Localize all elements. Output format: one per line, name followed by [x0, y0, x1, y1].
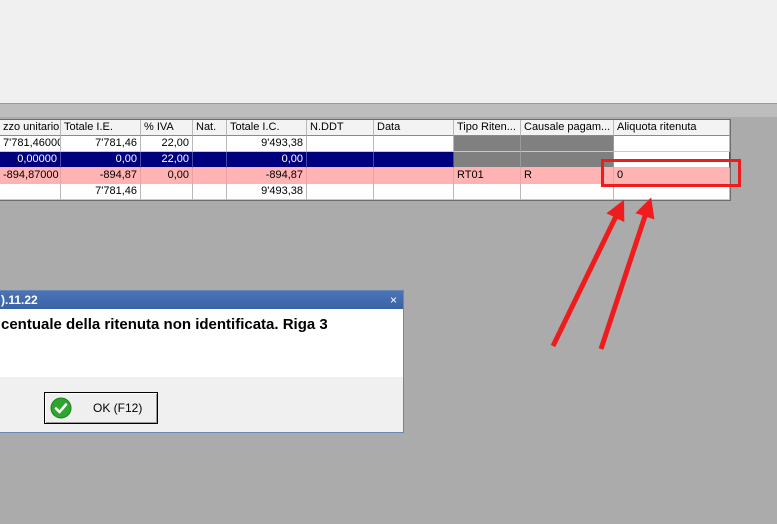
error-dialog: ).11.22 × centuale della ritenuta non id…	[0, 290, 404, 433]
dialog-titlebar[interactable]: ).11.22	[0, 291, 403, 309]
ok-button-label: OK (F12)	[93, 401, 143, 415]
dialog-message-area: centuale della ritenuta non identificata…	[0, 309, 403, 377]
annotation-arrow-right	[598, 197, 655, 350]
dialog-title: ).11.22	[1, 293, 38, 307]
dialog-message: centuale della ritenuta non identificata…	[1, 316, 328, 333]
checkmark-circle-icon	[50, 397, 72, 419]
annotation-arrows	[550, 197, 655, 350]
close-icon[interactable]: ×	[390, 292, 397, 308]
ok-button[interactable]: OK (F12)	[44, 392, 158, 424]
